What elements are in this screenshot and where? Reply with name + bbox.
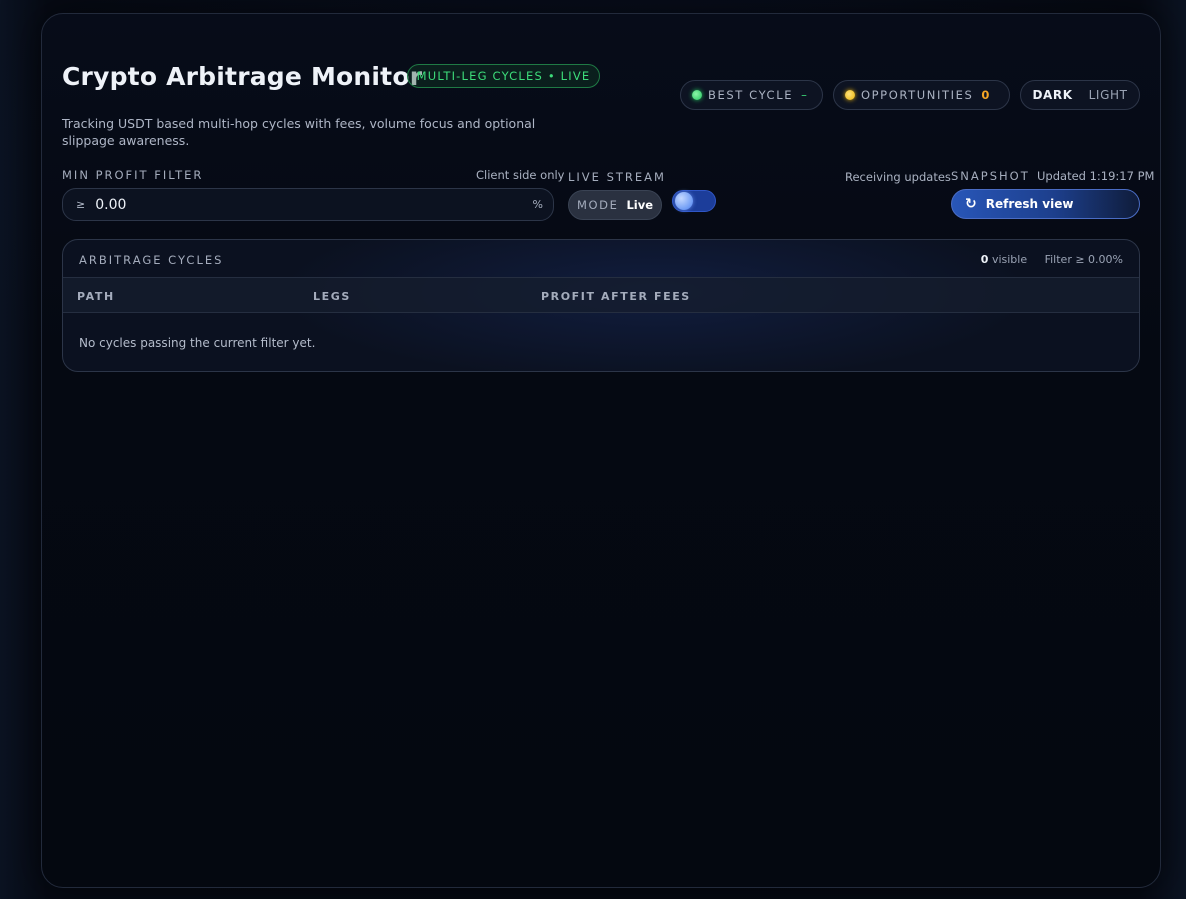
card-meta: 0 visible Filter ≥ 0.00% <box>981 253 1123 266</box>
table-header-row: PATH LEGS PROFIT AFTER FEES <box>63 278 1139 313</box>
client-side-hint: Client side only <box>476 168 565 182</box>
filter-summary: Filter ≥ 0.00% <box>1044 253 1123 266</box>
snapshot-label: SNAPSHOT <box>951 169 1030 183</box>
min-profit-field[interactable]: ≥ % <box>62 188 554 221</box>
mode-value: Live <box>626 198 654 212</box>
opportunities-label: OPPORTUNITIES <box>861 88 974 102</box>
theme-switch: DARK LIGHT <box>1020 80 1140 110</box>
card-title: ARBITRAGE CYCLES <box>79 253 224 267</box>
empty-state-message: No cycles passing the current filter yet… <box>79 336 316 350</box>
column-header-profit[interactable]: PROFIT AFTER FEES <box>541 290 691 303</box>
live-cycles-badge: MULTI-LEG CYCLES • LIVE <box>407 64 600 88</box>
mode-label: MODE <box>576 198 619 212</box>
theme-dark-option[interactable]: DARK <box>1032 88 1072 102</box>
live-stream-toggle[interactable] <box>672 190 716 212</box>
arbitrage-cycles-card: ARBITRAGE CYCLES 0 visible Filter ≥ 0.00… <box>62 239 1140 372</box>
visible-label: visible <box>991 253 1028 266</box>
card-header: ARBITRAGE CYCLES 0 visible Filter ≥ 0.00… <box>63 240 1139 278</box>
greater-equal-prefix: ≥ <box>76 198 86 211</box>
receiving-updates-status: Receiving updates <box>845 170 951 184</box>
live-stream-label: LIVE STREAM <box>568 170 666 184</box>
percent-unit: % <box>532 198 543 211</box>
refresh-icon: ↻ <box>965 196 977 212</box>
opportunities-pill[interactable]: OPPORTUNITIES 0 <box>833 80 1010 110</box>
opportunities-count: 0 <box>981 88 990 102</box>
min-profit-filter-label: MIN PROFIT FILTER <box>62 168 204 182</box>
best-cycle-value: – <box>801 88 809 102</box>
yellow-status-dot-icon <box>845 90 855 100</box>
visible-count: 0 <box>980 253 989 266</box>
column-header-path[interactable]: PATH <box>77 290 115 303</box>
toggle-knob <box>675 192 693 210</box>
mode-pill[interactable]: MODE Live <box>568 190 662 220</box>
best-cycle-pill[interactable]: BEST CYCLE – <box>680 80 823 110</box>
refresh-view-label: Refresh view <box>985 197 1074 211</box>
page-subtitle: Tracking USDT based multi-hop cycles wit… <box>62 116 536 148</box>
page-title: Crypto Arbitrage Monitor <box>62 62 423 91</box>
refresh-view-button[interactable]: ↻ Refresh view <box>951 189 1140 219</box>
theme-light-option[interactable]: LIGHT <box>1089 88 1128 102</box>
green-status-dot-icon <box>692 90 702 100</box>
column-header-legs[interactable]: LEGS <box>313 290 351 303</box>
snapshot-updated-time: Updated 1:19:17 PM <box>1037 169 1155 183</box>
min-profit-input[interactable] <box>95 196 533 213</box>
best-cycle-label: BEST CYCLE <box>708 88 794 102</box>
